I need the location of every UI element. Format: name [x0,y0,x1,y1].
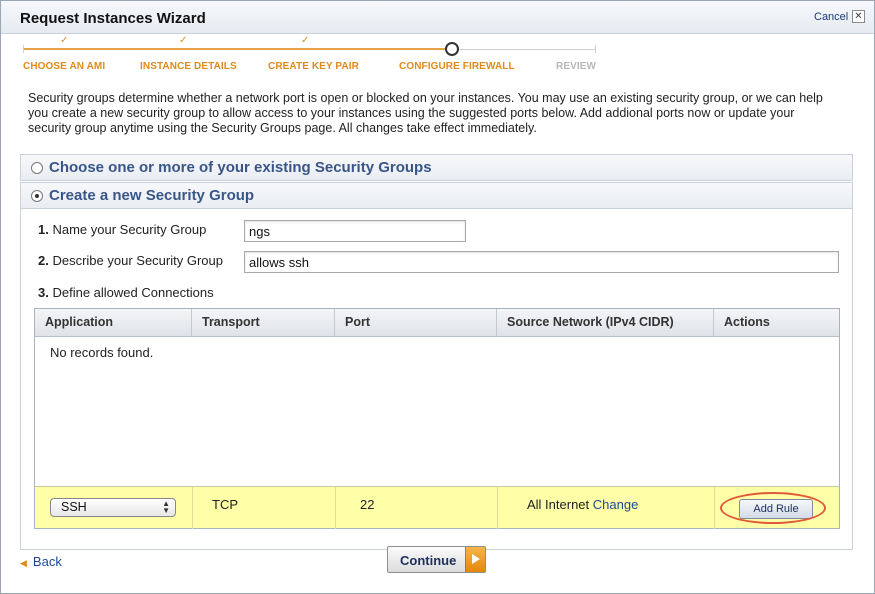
column-application[interactable]: Application [35,309,192,337]
step-tick [595,45,596,53]
existing-groups-label: Choose one or more of your existing Secu… [49,159,432,176]
cell-divider [192,487,193,529]
back-link[interactable]: ◀ Back [20,554,62,569]
define-field-number: 3. [38,285,49,300]
column-actions[interactable]: Actions [714,309,839,337]
grid-header: Application Transport Port Source Networ… [35,309,839,337]
define-field-text: Define allowed Connections [52,285,214,300]
wizard-window: Request Instances Wizard Cancel ✕ ✓ ✓ ✓ … [0,0,875,594]
cell-divider [714,487,715,529]
name-field-number: 1. [38,222,49,237]
create-group-label: Create a new Security Group [49,187,255,204]
title-bar: Request Instances Wizard Cancel ✕ [1,1,874,34]
describe-field-label: 2. Describe your Security Group [38,253,223,268]
create-group-radio[interactable] [31,190,43,202]
step-review: REVIEW [556,61,597,72]
continue-label: Continue [400,553,457,568]
progress-line-pending [453,49,595,50]
step-create-key-pair: CREATE KEY PAIR [268,61,359,72]
step-check-icon: ✓ [301,35,310,46]
column-transport[interactable]: Transport [192,309,335,337]
describe-field-text: Describe your Security Group [52,253,223,268]
name-field-text: Name your Security Group [52,222,207,237]
group-description-input[interactable] [244,251,839,273]
back-label: Back [32,554,62,569]
column-port[interactable]: Port [335,309,497,337]
back-arrow-icon: ◀ [20,558,27,568]
describe-field-number: 2. [38,253,49,268]
column-source-network[interactable]: Source Network (IPv4 CIDR) [497,309,714,337]
step-instance-details: INSTANCE DETAILS [140,61,237,72]
option-create-group[interactable]: Create a new Security Group [20,182,853,209]
empty-message: No records found. [50,345,154,360]
application-select-value: SSH [61,500,87,514]
continue-button[interactable]: Continue [387,546,486,573]
cell-divider [497,487,498,529]
step-configure-firewall: CONFIGURE FIREWALL [399,61,515,72]
select-arrows-icon: ▲ ▼ [162,499,170,515]
step-tick [23,45,24,53]
close-icon[interactable]: ✕ [852,10,865,23]
define-connections-label: 3. Define allowed Connections [38,285,214,300]
step-choose-ami: CHOOSE AN AMI [23,61,106,72]
change-source-link[interactable]: Change [593,497,639,512]
transport-value: TCP [212,497,238,512]
application-select[interactable]: SSH ▲ ▼ [50,498,176,517]
port-value: 22 [360,497,375,512]
cancel-link[interactable]: Cancel [814,11,848,23]
group-name-input[interactable] [244,220,466,242]
current-step-marker [445,42,459,56]
new-rule-row: SSH ▲ ▼ TCP 22 All Internet Change Add Ru… [35,486,839,529]
intro-text: Security groups determine whether a netw… [28,91,823,135]
step-check-icon: ✓ [60,35,69,46]
source-network-value: All Internet [527,497,590,512]
progress-line-done [23,48,453,50]
existing-groups-radio[interactable] [31,162,43,174]
step-check-icon: ✓ [179,35,188,46]
wizard-title: Request Instances Wizard [20,10,206,27]
cell-divider [335,487,336,529]
name-field-label: 1. Name your Security Group [38,222,206,237]
source-network-cell: All Internet Change [527,497,638,512]
add-rule-button[interactable]: Add Rule [739,499,813,519]
option-existing-groups[interactable]: Choose one or more of your existing Secu… [20,154,853,181]
continue-arrow-icon [465,547,485,572]
rules-grid: Application Transport Port Source Networ… [34,308,840,529]
